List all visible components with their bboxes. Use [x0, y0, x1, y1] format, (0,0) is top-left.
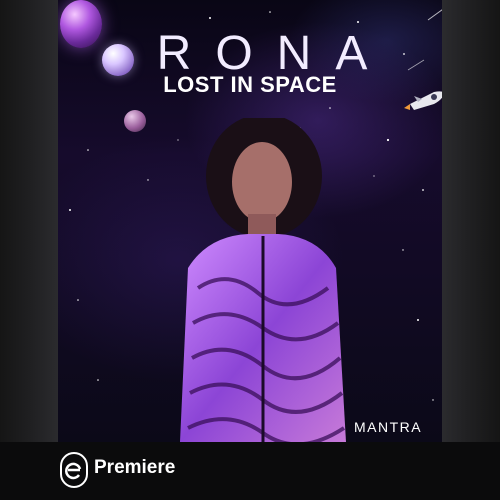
premiere-e-icon — [60, 452, 88, 488]
left-frame-bar — [0, 0, 58, 442]
rocket-icon — [404, 91, 442, 110]
artist-portrait — [180, 118, 346, 442]
album-cover: RONA LOST IN SPACE MANTRA — [58, 0, 442, 442]
track-title: LOST IN SPACE — [163, 72, 337, 97]
right-frame-bar — [442, 0, 500, 442]
brand-wordmark: Premiere — [94, 457, 176, 478]
planet-small — [124, 110, 146, 132]
record-label-logo: MANTRA — [354, 419, 423, 435]
artist-name: RONA — [156, 27, 392, 80]
